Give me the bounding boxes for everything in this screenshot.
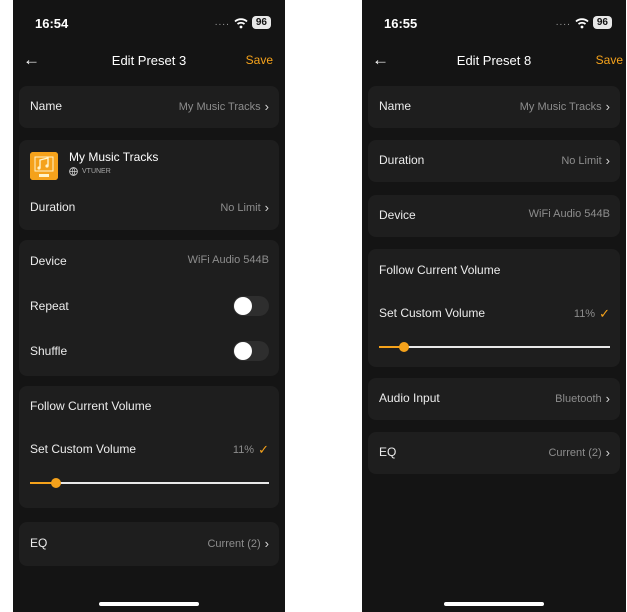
phone-screen-preset-3: 16:54 .... 96 ← Edit Preset 3 Save Name …	[13, 0, 285, 612]
chevron-right-icon: ›	[264, 200, 269, 215]
eq-card: EQ Current (2) ›	[19, 522, 279, 566]
eq-row[interactable]: EQ Current (2) ›	[368, 433, 620, 473]
duration-row[interactable]: Duration No Limit ›	[368, 141, 620, 181]
custom-volume-row[interactable]: Set Custom Volume 11% ✓	[19, 430, 279, 470]
custom-volume-label: Set Custom Volume	[30, 442, 137, 456]
volume-card: Follow Current Volume Set Custom Volume …	[368, 249, 620, 367]
track-source: VTUNER	[82, 168, 111, 175]
wifi-icon	[234, 17, 248, 28]
name-label: Name	[30, 99, 63, 113]
volume-slider[interactable]	[379, 339, 610, 355]
save-button[interactable]: Save	[596, 53, 623, 67]
audio-input-value: Bluetooth	[555, 392, 602, 405]
battery-indicator: 96	[251, 16, 271, 29]
shuffle-label: Shuffle	[30, 344, 68, 358]
name-card: Name My Music Tracks ›	[368, 86, 620, 128]
device-row: Device WiFi Audio 544B	[368, 196, 620, 236]
eq-label: EQ	[379, 445, 397, 459]
eq-card: EQ Current (2) ›	[368, 432, 620, 474]
nav-bar: ← Edit Preset 3 Save	[13, 50, 285, 72]
follow-volume-label: Follow Current Volume	[379, 263, 501, 277]
repeat-row: Repeat	[19, 287, 279, 327]
chevron-right-icon: ›	[605, 99, 610, 114]
toggle-knob	[234, 297, 252, 315]
device-card: Device WiFi Audio 544B Repeat Shuffle	[19, 240, 279, 376]
battery-indicator: 96	[592, 16, 612, 29]
name-row[interactable]: Name My Music Tracks ›	[19, 87, 279, 127]
chevron-right-icon: ›	[264, 99, 269, 114]
name-value: My Music Tracks	[519, 100, 602, 113]
repeat-toggle[interactable]	[233, 296, 269, 316]
follow-volume-row[interactable]: Follow Current Volume	[368, 251, 620, 291]
duration-label: Duration	[379, 153, 425, 167]
follow-volume-label: Follow Current Volume	[30, 399, 152, 413]
album-art-icon	[30, 152, 58, 180]
signal-icon: ....	[214, 17, 230, 28]
custom-volume-value: 11%	[573, 308, 596, 320]
toggle-knob	[234, 342, 252, 360]
shuffle-row: Shuffle	[19, 332, 279, 372]
status-bar: 16:54 .... 96	[13, 14, 285, 32]
name-row[interactable]: Name My Music Tracks ›	[368, 87, 620, 127]
checkmark-icon: ✓	[258, 442, 269, 457]
volume-slider[interactable]	[30, 475, 269, 491]
slider-track	[30, 482, 269, 484]
eq-value: Current (2)	[207, 537, 261, 550]
device-value: WiFi Audio 544B	[528, 208, 610, 220]
custom-volume-row[interactable]: Set Custom Volume 11% ✓	[368, 294, 620, 334]
name-card: Name My Music Tracks ›	[19, 86, 279, 128]
custom-volume-label: Set Custom Volume	[379, 306, 486, 320]
save-button[interactable]: Save	[246, 53, 273, 67]
nav-bar: ← Edit Preset 8 Save	[362, 50, 626, 72]
phone-screen-preset-8: 16:55 .... 96 ← Edit Preset 8 Save Name …	[362, 0, 626, 612]
track-card: My Music Tracks VTUNER Duration No Limit…	[19, 140, 279, 230]
page-title: Edit Preset 8	[456, 53, 532, 68]
device-value: WiFi Audio 544B	[187, 254, 269, 266]
repeat-label: Repeat	[30, 299, 69, 313]
track-name: My Music Tracks	[69, 150, 159, 164]
device-card: Device WiFi Audio 544B	[368, 195, 620, 237]
slider-thumb[interactable]	[399, 342, 410, 352]
eq-row[interactable]: EQ Current (2) ›	[19, 524, 279, 564]
chevron-right-icon: ›	[264, 536, 269, 551]
device-row: Device WiFi Audio 544B	[19, 242, 279, 282]
page-title: Edit Preset 3	[111, 53, 187, 68]
custom-volume-value: 11%	[232, 444, 255, 456]
device-label: Device	[379, 208, 416, 222]
status-time: 16:55	[384, 16, 418, 31]
globe-icon	[69, 167, 78, 176]
name-label: Name	[379, 99, 412, 113]
eq-value: Current (2)	[548, 446, 602, 459]
eq-label: EQ	[30, 536, 48, 550]
checkmark-icon: ✓	[599, 306, 610, 321]
chevron-right-icon: ›	[605, 153, 610, 168]
audio-input-card: Audio Input Bluetooth ›	[368, 378, 620, 420]
duration-label: Duration	[30, 200, 76, 214]
track-item: My Music Tracks VTUNER	[30, 150, 269, 184]
name-value: My Music Tracks	[178, 100, 261, 113]
home-indicator[interactable]	[444, 602, 544, 606]
duration-value: No Limit	[220, 201, 261, 214]
follow-volume-row[interactable]: Follow Current Volume	[19, 387, 279, 427]
device-label: Device	[30, 254, 67, 268]
shuffle-toggle[interactable]	[233, 341, 269, 361]
wifi-icon	[575, 17, 589, 28]
duration-row[interactable]: Duration No Limit ›	[19, 188, 279, 228]
slider-track	[379, 346, 610, 348]
home-indicator[interactable]	[99, 602, 199, 606]
signal-icon: ....	[555, 17, 571, 28]
audio-input-label: Audio Input	[379, 391, 440, 405]
status-bar: 16:55 .... 96	[362, 14, 626, 32]
duration-value: No Limit	[561, 154, 602, 167]
chevron-right-icon: ›	[605, 391, 610, 406]
duration-card: Duration No Limit ›	[368, 140, 620, 182]
status-time: 16:54	[35, 16, 69, 31]
audio-input-row[interactable]: Audio Input Bluetooth ›	[368, 379, 620, 419]
chevron-right-icon: ›	[605, 445, 610, 460]
slider-thumb[interactable]	[51, 478, 62, 488]
volume-card: Follow Current Volume Set Custom Volume …	[19, 386, 279, 508]
